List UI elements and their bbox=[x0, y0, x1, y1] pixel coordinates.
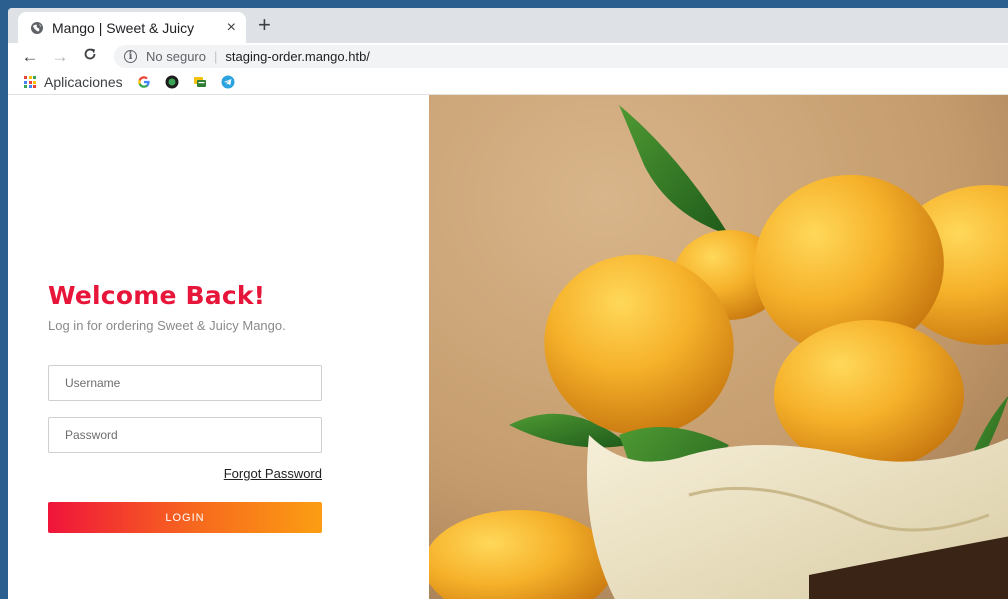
forward-button[interactable]: → bbox=[48, 47, 72, 67]
apps-label: Aplicaciones bbox=[44, 74, 123, 90]
login-button[interactable]: LOGIN bbox=[48, 502, 322, 533]
reload-button[interactable] bbox=[78, 47, 102, 66]
browser-window: Mango | Sweet & Juicy × + ← → i No segur… bbox=[8, 8, 1008, 599]
tab-close-icon[interactable]: × bbox=[227, 19, 236, 36]
page-title: Welcome Back! bbox=[48, 281, 266, 310]
reload-icon bbox=[84, 48, 96, 60]
green-circle-bookmark-icon[interactable] bbox=[165, 75, 179, 89]
tab-title: Mango | Sweet & Juicy bbox=[52, 19, 195, 36]
tab-strip: Mango | Sweet & Juicy × + bbox=[8, 8, 1008, 43]
info-icon[interactable]: i bbox=[124, 50, 137, 63]
bookmarks-bar: Aplicaciones bbox=[8, 70, 1008, 95]
forgot-password-link[interactable]: Forgot Password bbox=[224, 466, 322, 481]
mango-hero-image bbox=[429, 95, 1008, 599]
new-tab-button[interactable]: + bbox=[258, 14, 271, 36]
telegram-bookmark-icon[interactable] bbox=[221, 75, 235, 89]
page-subtitle: Log in for ordering Sweet & Juicy Mango. bbox=[48, 318, 286, 333]
chat-bookmark-icon[interactable] bbox=[193, 75, 207, 89]
tab-mango[interactable]: Mango | Sweet & Juicy × bbox=[18, 12, 246, 43]
google-bookmark-icon[interactable] bbox=[137, 75, 151, 89]
password-field[interactable] bbox=[48, 417, 322, 453]
username-field[interactable] bbox=[48, 365, 322, 401]
apps-bookmark[interactable]: Aplicaciones bbox=[24, 74, 123, 90]
address-bar[interactable]: i No seguro | staging-order.mango.htb/ bbox=[114, 45, 1008, 68]
login-panel: Welcome Back! Log in for ordering Sweet … bbox=[8, 95, 429, 599]
back-button[interactable]: ← bbox=[18, 47, 42, 67]
url-text[interactable]: staging-order.mango.htb/ bbox=[225, 49, 370, 64]
page-content: Welcome Back! Log in for ordering Sweet … bbox=[8, 95, 1008, 599]
globe-icon bbox=[30, 21, 44, 35]
mango-basket-illustration bbox=[429, 95, 1008, 599]
apps-grid-icon bbox=[24, 76, 36, 88]
security-label: No seguro bbox=[146, 49, 206, 64]
address-separator: | bbox=[213, 49, 218, 64]
browser-toolbar: ← → i No seguro | staging-order.mango.ht… bbox=[8, 43, 1008, 70]
